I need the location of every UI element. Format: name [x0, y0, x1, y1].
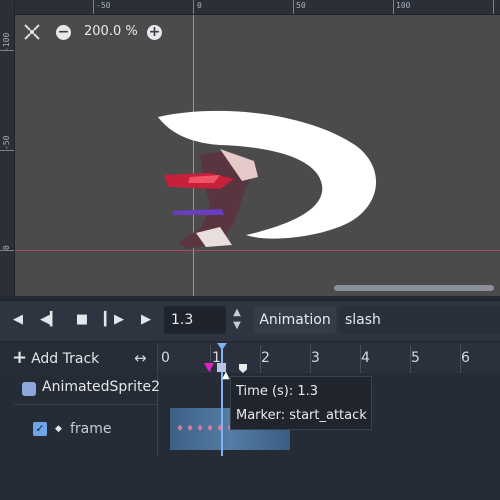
keyframe-icon[interactable]: ♦	[176, 424, 184, 434]
mouse-cursor-icon: ▲	[222, 370, 230, 381]
tooltip-time: Time (s): 1.3	[236, 384, 319, 399]
canvas-viewport[interactable]: -50 0 50 100 -100 -50 0 − 200.0 % +	[0, 0, 500, 296]
ruler-left-label: -50	[2, 135, 11, 150]
play-backwards-from-end-icon[interactable]: ◀▎	[40, 310, 60, 330]
ruler-top-label: 100	[396, 1, 411, 10]
track-node-name[interactable]: AnimatedSprite2	[42, 379, 160, 395]
time-spinner[interactable]: ▲ ▼	[229, 306, 245, 334]
tooltip-marker: Marker: start_attack	[236, 408, 367, 423]
ruler-left: -100 -50 0	[0, 0, 15, 296]
timeline-number: 2	[261, 350, 270, 366]
add-track-label: Add Track	[31, 351, 100, 367]
ruler-top-label: -50	[96, 1, 111, 10]
ruler-top-label: 50	[296, 1, 306, 10]
time-input[interactable]: 1.3	[164, 306, 226, 334]
track-property-name[interactable]: frame	[70, 421, 112, 437]
play-from-start-icon[interactable]: ▎▶	[104, 310, 124, 330]
keyframe-icon[interactable]: ♦	[206, 424, 214, 434]
animated-sprite-icon	[22, 382, 36, 396]
plus-icon: +	[12, 347, 28, 368]
zoom-in-icon[interactable]: +	[147, 25, 162, 40]
ruler-top-label: 0	[197, 1, 202, 10]
track-divider	[14, 404, 158, 405]
ruler-top: -50 0 50 100	[0, 0, 500, 15]
playhead[interactable]	[221, 344, 223, 456]
marker-pink[interactable]	[204, 363, 214, 372]
animation-menu-button[interactable]: Animation	[254, 306, 336, 334]
timeline-number: 0	[161, 350, 170, 366]
timeline-number: 3	[311, 350, 320, 366]
playhead-handle[interactable]	[217, 343, 227, 350]
track-enable-checkbox[interactable]: ✓	[33, 422, 47, 436]
timeline-number: 4	[361, 350, 370, 366]
zoom-out-icon[interactable]: −	[56, 25, 71, 40]
timeline-number: 5	[411, 350, 420, 366]
fit-timeline-icon[interactable]: ↔	[134, 349, 147, 367]
keyframe-diamond-icon: ◆	[55, 424, 62, 434]
center-view-icon[interactable]	[24, 24, 40, 40]
play-backwards-icon[interactable]: ◀	[8, 310, 28, 330]
zoom-level: 200.0 %	[84, 24, 138, 39]
keyframe-icon[interactable]: ♦	[196, 424, 204, 434]
slash-sprite	[158, 110, 377, 249]
animation-select[interactable]: slash	[339, 306, 500, 334]
horizontal-scrollbar[interactable]	[334, 285, 494, 291]
stop-icon[interactable]: ■	[72, 310, 92, 330]
add-track-button[interactable]: + Add Track	[12, 348, 99, 368]
keyframe-icon[interactable]: ♦	[186, 424, 194, 434]
timeline-number: 6	[461, 350, 470, 366]
play-icon[interactable]: ▶	[136, 310, 156, 330]
